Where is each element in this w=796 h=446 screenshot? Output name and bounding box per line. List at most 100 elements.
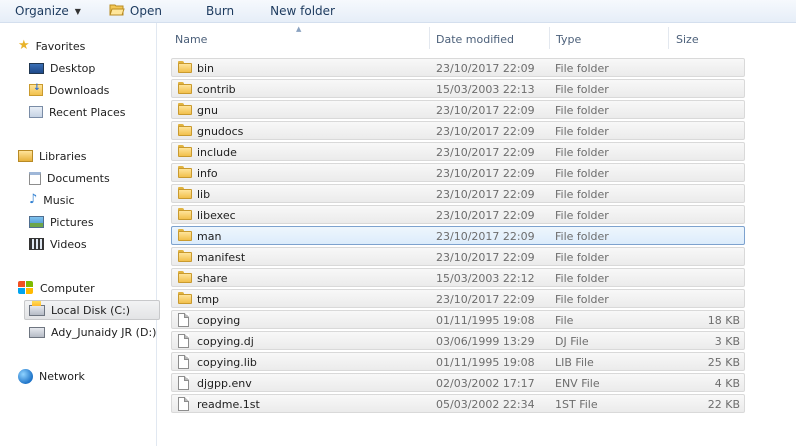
nav-item-documents[interactable]: Documents [29,169,110,187]
nav-item-label: Music [43,193,75,207]
computer-icon [18,281,34,295]
file-type: File folder [555,230,609,243]
file-name: share [197,272,228,285]
file-row[interactable]: manifest 23/10/2017 22:09 File folder [171,247,745,266]
nav-libraries-label: Libraries [39,149,87,163]
file-name: include [197,146,237,159]
burn-label: Burn [205,4,235,18]
file-row[interactable]: tmp 23/10/2017 22:09 File folder [171,289,745,308]
burn-button[interactable]: Burn [199,0,241,22]
nav-item-local-disk[interactable]: Local Disk (C:) [24,300,160,320]
file-row[interactable]: include 23/10/2017 22:09 File folder [171,142,745,161]
nav-computer-label: Computer [40,281,95,295]
nav-network[interactable]: Network [18,367,85,385]
file-date-modified: 05/03/2002 22:34 [436,398,535,411]
nav-item-label: Recent Places [49,105,126,119]
file-row[interactable]: gnu 23/10/2017 22:09 File folder [171,100,745,119]
nav-libraries[interactable]: Libraries [18,147,87,165]
file-type: File folder [555,188,609,201]
file-row[interactable]: libexec 23/10/2017 22:09 File folder [171,205,745,224]
downloads-icon [29,83,43,96]
open-button[interactable]: Open [102,0,169,22]
nav-item-label: Ady_Junaidy JR (D:) [51,325,157,339]
file-date-modified: 23/10/2017 22:09 [436,209,535,222]
nav-favorites-label: Favorites [35,39,86,53]
nav-item-label: Documents [47,171,110,185]
file-row[interactable]: man 23/10/2017 22:09 File folder [171,226,745,245]
file-row[interactable]: copying.lib 01/11/1995 19:08 LIB File 25 KB [171,352,745,371]
nav-item-pictures[interactable]: Pictures [29,213,94,231]
nav-item-drive-d[interactable]: Ady_Junaidy JR (D:) [29,323,156,341]
file-name: copying [197,314,241,327]
column-divider[interactable] [668,27,669,49]
nav-item-music[interactable]: ♪ Music [29,191,75,209]
file-name: tmp [197,293,220,306]
file-type: File folder [555,209,609,222]
column-divider[interactable] [429,27,430,49]
file-name: readme.1st [197,398,260,411]
file-date-modified: 23/10/2017 22:09 [436,125,535,138]
file-row[interactable]: gnudocs 23/10/2017 22:09 File folder [171,121,745,140]
open-folder-icon [109,3,125,19]
chevron-down-icon: ▼ [74,6,81,16]
organize-button[interactable]: Organize ▼ [0,0,88,22]
file-date-modified: 01/11/1995 19:08 [436,314,535,327]
file-icon [178,334,189,348]
nav-item-desktop[interactable]: Desktop [29,59,95,77]
nav-item-label: Local Disk (C:) [51,303,131,317]
file-row[interactable]: info 23/10/2017 22:09 File folder [171,163,745,182]
file-row[interactable]: lib 23/10/2017 22:09 File folder [171,184,745,203]
column-header-type[interactable]: Type [556,33,581,46]
file-name: contrib [197,83,236,96]
nav-network-label: Network [39,369,85,383]
nav-item-recent-places[interactable]: Recent Places [29,103,126,121]
file-date-modified: 23/10/2017 22:09 [436,188,535,201]
file-type: File folder [555,251,609,264]
file-icon [178,397,189,411]
column-header-date-modified[interactable]: Date modified [436,33,514,46]
column-header-name[interactable]: Name [175,33,207,46]
file-type: File folder [555,125,609,138]
file-type: ENV File [555,377,600,390]
nav-favorites[interactable]: ★ Favorites [18,37,85,55]
file-type: 1ST File [555,398,598,411]
file-name: djgpp.env [197,377,252,390]
file-name: libexec [197,209,236,222]
nav-item-videos[interactable]: Videos [29,235,87,253]
music-icon: ♪ [29,192,38,207]
file-row[interactable]: readme.1st 05/03/2002 22:34 1ST File 22 KB [171,394,745,413]
folder-icon [178,229,192,241]
file-type: File folder [555,272,609,285]
pictures-icon [29,216,44,228]
file-size: 25 KB [707,356,740,369]
file-name: lib [197,188,211,201]
nav-computer[interactable]: Computer [18,279,95,297]
file-date-modified: 03/06/1999 13:29 [436,335,535,348]
file-row[interactable]: copying.dj 03/06/1999 13:29 DJ File 3 KB [171,331,745,350]
file-date-modified: 23/10/2017 22:09 [436,251,535,264]
file-date-modified: 23/10/2017 22:09 [436,230,535,243]
file-icon [178,313,189,327]
nav-item-label: Videos [50,237,87,251]
documents-icon [29,171,41,185]
file-row[interactable]: bin 23/10/2017 22:09 File folder [171,58,745,77]
nav-item-downloads[interactable]: Downloads [29,81,109,99]
file-icon [178,355,189,369]
new-folder-label: New folder [270,4,335,18]
folder-icon [178,166,192,178]
folder-icon [178,61,192,73]
file-date-modified: 23/10/2017 22:09 [436,104,535,117]
folder-icon [178,271,192,283]
file-name: gnudocs [197,125,244,138]
file-date-modified: 15/03/2003 22:12 [436,272,535,285]
column-divider[interactable] [549,27,550,49]
file-row[interactable]: copying 01/11/1995 19:08 File 18 KB [171,310,745,329]
file-row[interactable]: share 15/03/2003 22:12 File folder [171,268,745,287]
file-row[interactable]: contrib 15/03/2003 22:13 File folder [171,79,745,98]
nav-item-label: Pictures [50,215,94,229]
new-folder-button[interactable]: New folder [263,0,342,22]
column-header-size[interactable]: Size [676,33,699,46]
file-type: File folder [555,293,609,306]
folder-icon [178,103,192,115]
file-row[interactable]: djgpp.env 02/03/2002 17:17 ENV File 4 KB [171,373,745,392]
